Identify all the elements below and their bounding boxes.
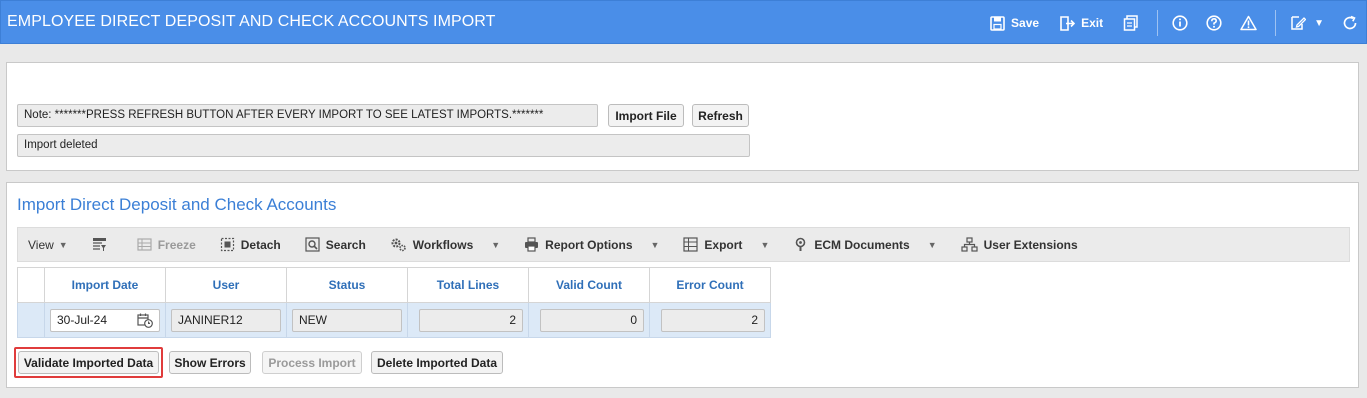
report-options-menu[interactable]: Report Options ▼	[524, 237, 659, 252]
freeze-label: Freeze	[157, 237, 196, 252]
column-header-error-count[interactable]: Error Count	[649, 267, 771, 303]
table-row[interactable]: 30-Jul-24 JANINER12 NEW 2 0 2	[17, 302, 771, 338]
divider	[1275, 10, 1277, 36]
divider	[1157, 10, 1159, 36]
gear-icon	[391, 238, 406, 252]
column-header-valid-count[interactable]: Valid Count	[528, 267, 650, 303]
freeze-button[interactable]: Freeze	[137, 237, 196, 252]
warning-icon[interactable]	[1240, 15, 1257, 31]
copy-icon[interactable]	[1123, 15, 1139, 31]
show-errors-button[interactable]: Show Errors	[169, 351, 251, 374]
info-icon[interactable]	[1172, 15, 1188, 31]
row-selector-header	[17, 267, 45, 303]
user-field: JANINER12	[171, 308, 281, 332]
process-import-button[interactable]: Process Import	[262, 351, 362, 374]
total-lines-cell: 2	[407, 302, 529, 338]
total-lines-field: 2	[419, 308, 523, 332]
error-count-cell: 2	[649, 302, 771, 338]
status-cell: NEW	[286, 302, 408, 338]
save-icon	[990, 15, 1005, 31]
row-selector[interactable]	[17, 302, 45, 338]
valid-count-cell: 0	[528, 302, 650, 338]
detach-label: Detach	[240, 237, 281, 252]
column-header-total-lines[interactable]: Total Lines	[407, 267, 529, 303]
note-text: Note: *******PRESS REFRESH BUTTON AFTER …	[17, 104, 598, 127]
export-menu[interactable]: Export ▼	[683, 237, 769, 252]
grid-header-row: Import Date User Status Total Lines Vali…	[17, 267, 771, 303]
chevron-down-icon: ▼	[650, 239, 660, 250]
workflows-menu[interactable]: Workflows ▼	[390, 237, 500, 252]
user-extensions-button[interactable]: User Extensions	[961, 237, 1078, 252]
ecm-documents-menu[interactable]: ECM Documents ▼	[793, 237, 937, 252]
view-label: View	[28, 237, 54, 252]
workflows-label: Workflows	[412, 237, 474, 252]
ecm-documents-label: ECM Documents	[814, 237, 910, 252]
save-button[interactable]: Save	[990, 15, 1040, 31]
title-bar: EMPLOYEE DIRECT DEPOSIT AND CHECK ACCOUN…	[0, 0, 1367, 44]
header-actions: Save Exit ▼	[990, 1, 1366, 45]
chevron-down-icon[interactable]: ▼	[1314, 18, 1324, 29]
column-header-status[interactable]: Status	[286, 267, 408, 303]
hierarchy-icon	[961, 237, 978, 252]
status-message: Import deleted	[17, 134, 750, 157]
freeze-icon	[137, 238, 152, 251]
user-cell: JANINER12	[165, 302, 287, 338]
detach-button[interactable]: Detach	[220, 237, 281, 252]
valid-count-field: 0	[540, 308, 644, 332]
error-count-field: 2	[661, 308, 765, 332]
column-header-import-date[interactable]: Import Date	[44, 267, 166, 303]
user-extensions-label: User Extensions	[983, 237, 1078, 252]
help-icon[interactable]	[1206, 15, 1222, 31]
import-controls-panel: Note: *******PRESS REFRESH BUTTON AFTER …	[6, 62, 1359, 171]
save-label: Save	[1011, 16, 1040, 30]
report-options-label: Report Options	[545, 237, 633, 252]
detach-icon	[220, 237, 234, 252]
import-file-button[interactable]: Import File	[608, 104, 684, 127]
import-section-panel: Import Direct Deposit and Check Accounts…	[6, 182, 1359, 388]
chevron-down-icon: ▼	[927, 239, 937, 250]
imports-grid: Import Date User Status Total Lines Vali…	[17, 267, 771, 338]
search-icon	[305, 237, 320, 252]
page-title: EMPLOYEE DIRECT DEPOSIT AND CHECK ACCOUN…	[7, 13, 496, 30]
refresh-icon[interactable]	[1342, 15, 1358, 31]
search-label: Search	[325, 237, 366, 252]
section-title: Import Direct Deposit and Check Accounts	[17, 195, 337, 214]
edit-icon[interactable]	[1290, 15, 1307, 31]
exit-label: Exit	[1081, 16, 1104, 30]
import-date-field[interactable]: 30-Jul-24	[50, 308, 160, 332]
chevron-down-icon: ▼	[491, 239, 501, 250]
calendar-icon[interactable]	[137, 313, 153, 328]
validate-imported-data-button[interactable]: Validate Imported Data	[18, 351, 159, 374]
filter-icon	[92, 238, 106, 251]
import-date-cell: 30-Jul-24	[44, 302, 166, 338]
attachment-icon	[796, 237, 806, 251]
refresh-button[interactable]: Refresh	[692, 104, 749, 127]
status-field: NEW	[292, 308, 402, 332]
exit-button[interactable]: Exit	[1059, 15, 1104, 31]
export-label: Export	[704, 237, 743, 252]
grid-toolbar: View ▼ Freeze Detach Search Workflows ▼ …	[17, 227, 1350, 262]
chevron-down-icon: ▼	[760, 239, 770, 250]
chevron-down-icon: ▼	[58, 239, 68, 250]
import-date-value: 30-Jul-24	[57, 312, 108, 327]
export-icon	[683, 237, 699, 252]
search-button[interactable]: Search	[305, 237, 366, 252]
exit-icon	[1060, 15, 1076, 31]
delete-imported-data-button[interactable]: Delete Imported Data	[371, 351, 503, 374]
view-menu[interactable]: View ▼	[28, 238, 68, 252]
filter-button[interactable]	[92, 237, 113, 252]
column-header-user[interactable]: User	[165, 267, 287, 303]
printer-icon	[525, 237, 539, 252]
